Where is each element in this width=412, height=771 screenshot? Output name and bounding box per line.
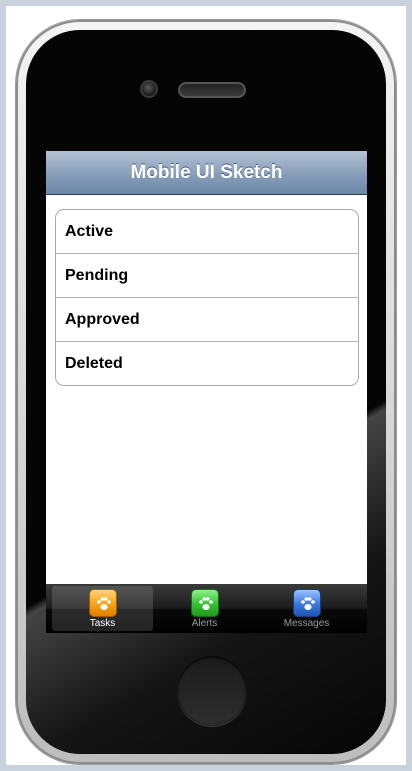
phone-screen: Mobile UI Sketch Active Pending Approved… [46,151,367,633]
camera-icon [140,80,158,98]
list-item-approved[interactable]: Approved [56,298,358,342]
list-item-active[interactable]: Active [56,210,358,254]
navigation-bar: Mobile UI Sketch [46,151,367,195]
tab-bar: Tasks Alerts Messages [46,584,367,633]
speaker-grille [178,82,246,98]
paw-icon [89,589,117,617]
tab-label: Alerts [191,618,218,629]
tab-tasks[interactable]: Tasks [52,586,153,631]
paw-icon [293,589,321,617]
page-title: Mobile UI Sketch [130,162,283,183]
home-button[interactable] [177,656,247,726]
tab-messages[interactable]: Messages [256,586,357,631]
status-list: Active Pending Approved Deleted [55,209,359,386]
tab-alerts[interactable]: Alerts [154,586,255,631]
list-item-deleted[interactable]: Deleted [56,342,358,385]
list-item-pending[interactable]: Pending [56,254,358,298]
paw-icon [191,589,219,617]
tab-label: Messages [283,618,330,629]
tab-label: Tasks [89,618,116,629]
